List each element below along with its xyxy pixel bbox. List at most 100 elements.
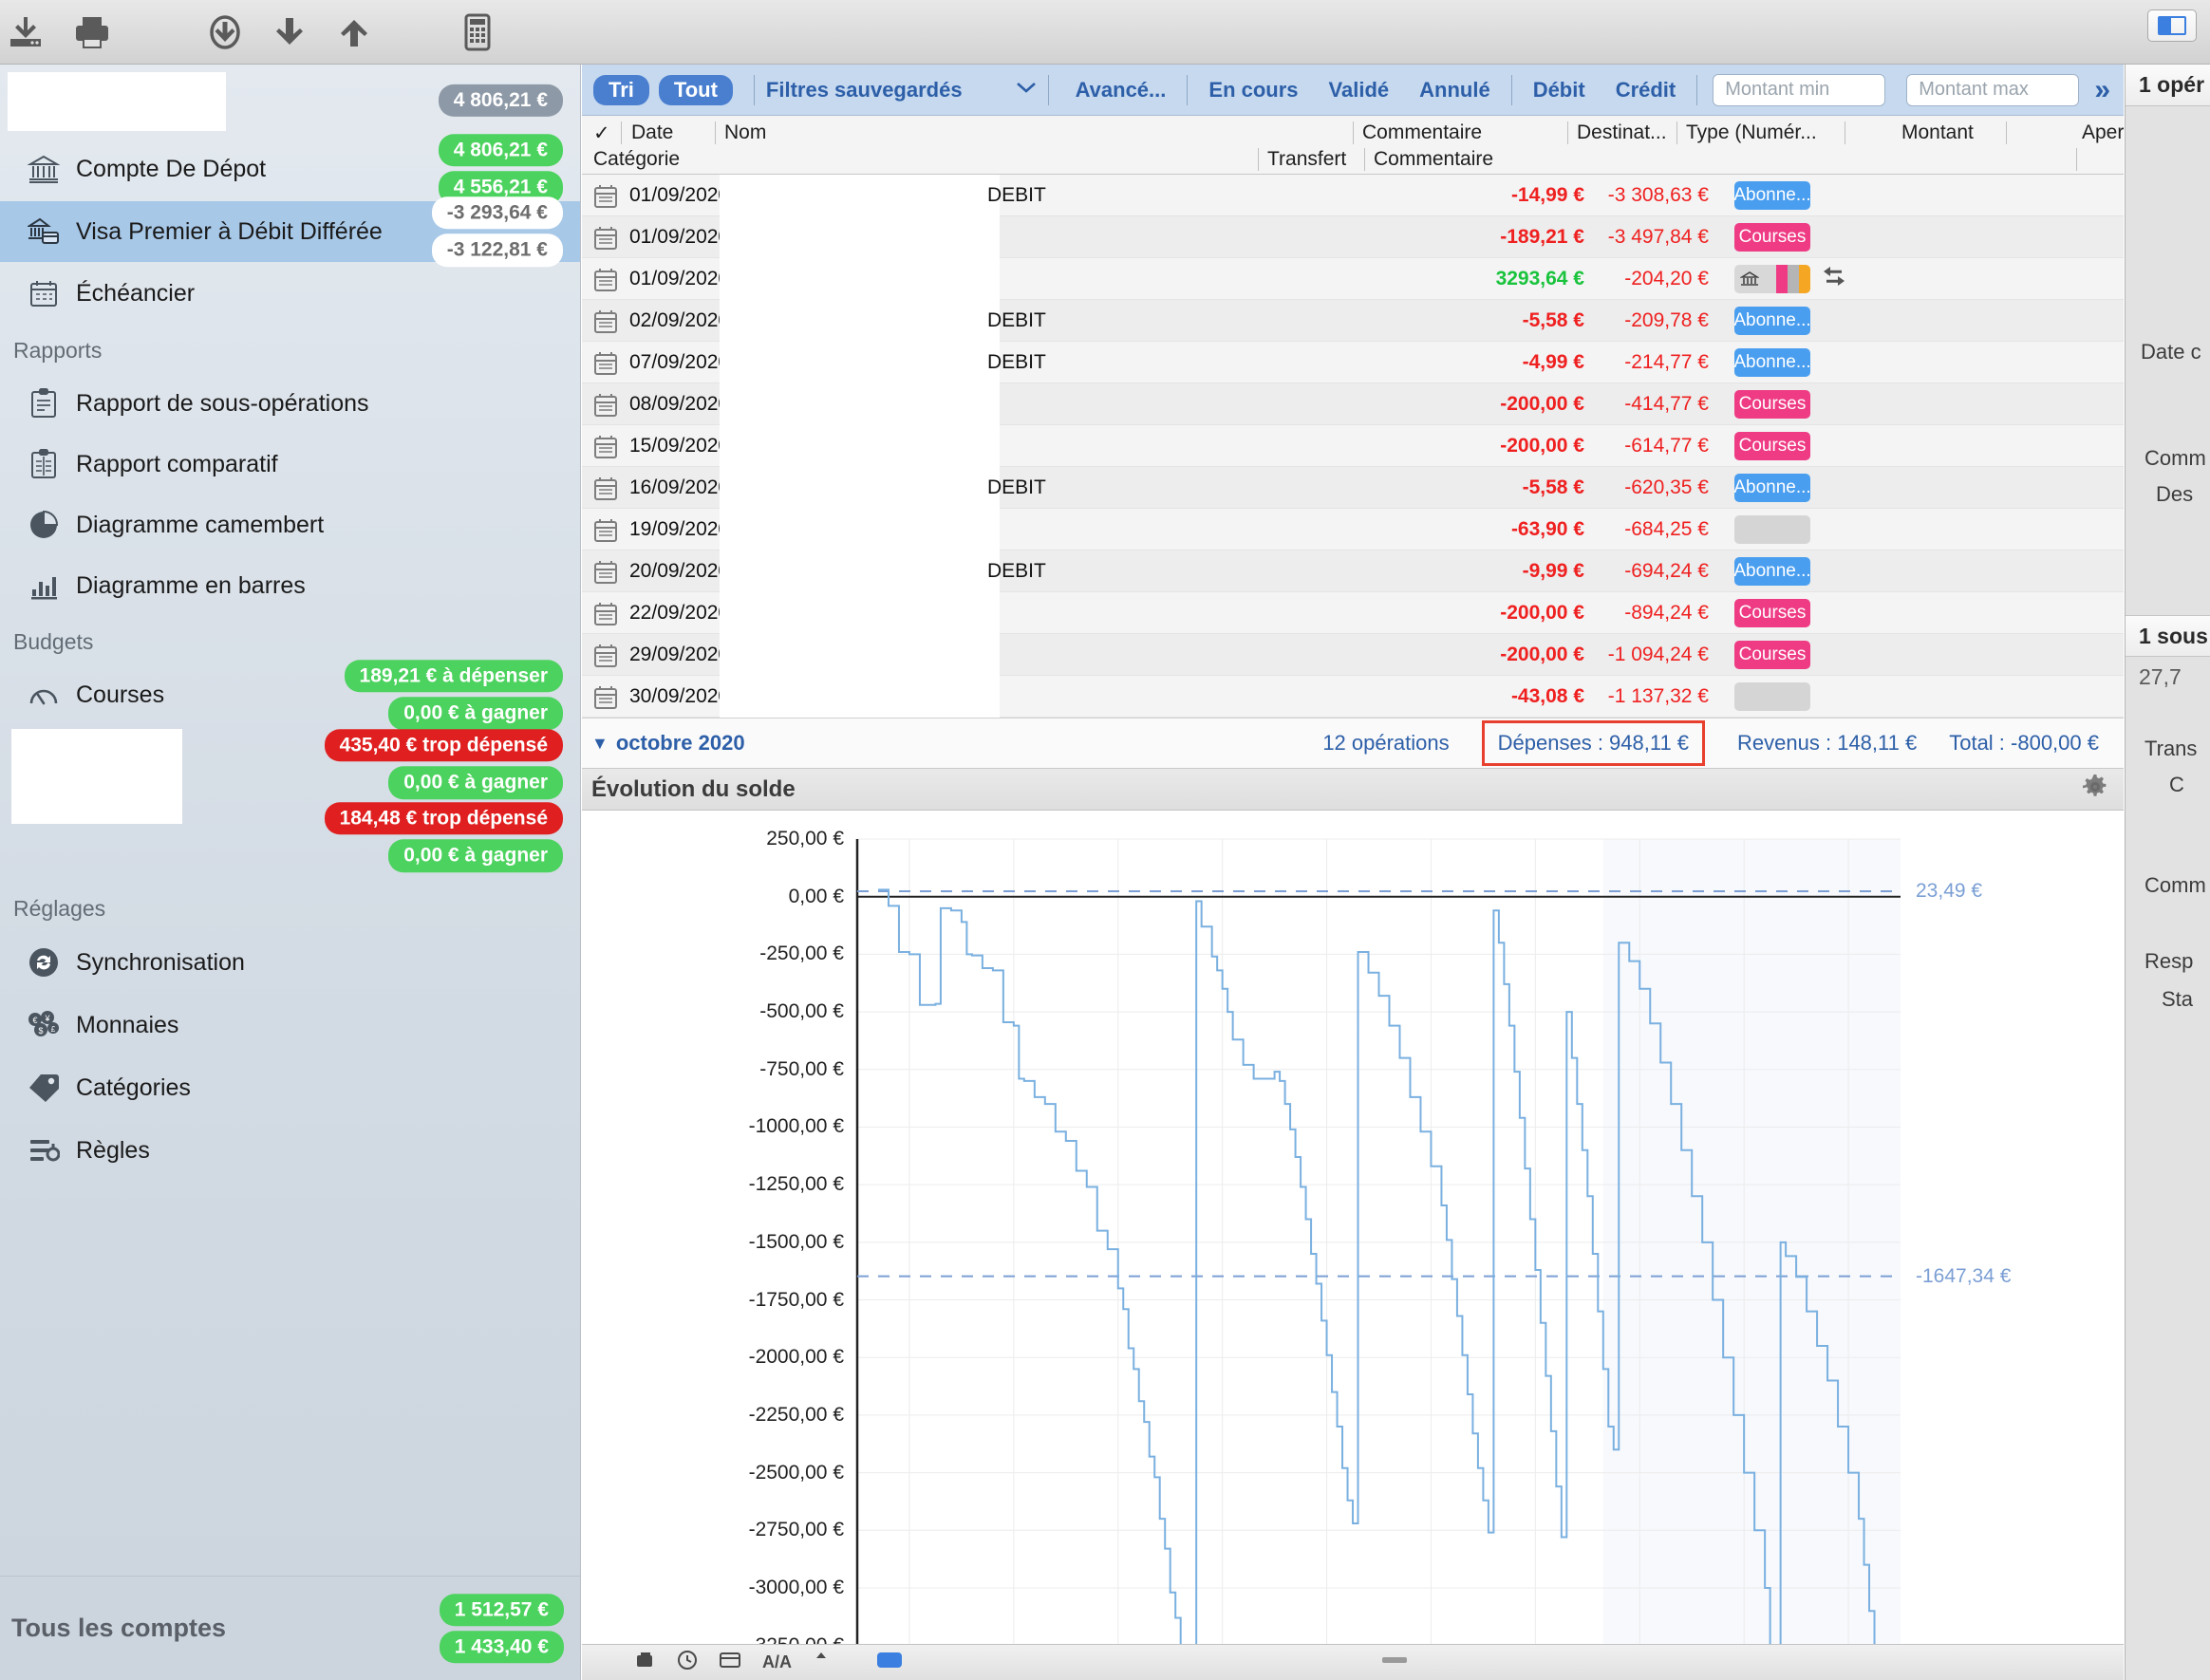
sidebar-item-echeancier[interactable]: Échéancier xyxy=(0,262,580,325)
row-category-badge[interactable]: Abonne... xyxy=(1734,473,1810,502)
table-row[interactable]: 29/09/2020 -200,00 € -1 094,24 € Courses xyxy=(582,634,2124,676)
table-row[interactable]: 20/09/2020 DEBIT -9,99 € -694,24 € Abonne... xyxy=(582,551,2124,592)
arrow-up-icon[interactable] xyxy=(332,10,376,54)
row-category-badge[interactable]: Courses xyxy=(1734,431,1810,460)
table-row[interactable]: 01/09/2020 3293,64 € -204,20 € xyxy=(582,258,2124,300)
sidebar-item-monnaies[interactable]: € ¥ $ £ Monnaies xyxy=(0,994,580,1056)
row-category-badge[interactable]: Courses xyxy=(1734,640,1810,669)
table-row[interactable]: 01/09/2020 -189,21 € -3 497,84 € Courses xyxy=(582,216,2124,258)
sidebar-item-regles[interactable]: Règles xyxy=(0,1119,580,1182)
masked-name-cell xyxy=(720,467,1000,509)
col-nom[interactable]: Nom xyxy=(724,121,766,144)
print-icon[interactable] xyxy=(70,10,114,54)
filter-annule[interactable]: Annulé xyxy=(1419,78,1490,103)
col-transfert[interactable]: Transfert xyxy=(1267,148,1346,171)
row-category-badge[interactable] xyxy=(1734,264,1810,293)
sidebar-item-rapport-comparatif[interactable]: Rapport comparatif xyxy=(0,434,580,495)
table-row[interactable]: 01/09/2020 DEBIT -14,99 € -3 308,63 € Abonne… xyxy=(582,175,2124,216)
clock-icon[interactable] xyxy=(677,1650,698,1675)
col-commentaire[interactable]: Commentaire xyxy=(1362,121,1482,144)
clipboard-split-icon xyxy=(19,449,68,479)
table-row[interactable]: 07/09/2020 DEBIT -4,99 € -214,77 € Abonne... xyxy=(582,342,2124,383)
panel-toggle-button[interactable] xyxy=(2147,9,2197,42)
advanced-button[interactable]: Avancé... xyxy=(1076,78,1167,103)
minus-icon[interactable] xyxy=(1380,1652,1409,1672)
row-category-badge[interactable]: Abonne... xyxy=(1734,180,1810,210)
amount-max-input[interactable]: Montant max xyxy=(1906,73,2080,106)
row-category-badge[interactable] xyxy=(1734,681,1810,711)
collapse-triangle-icon[interactable]: ▼ xyxy=(591,734,609,754)
more-filters-button[interactable]: » xyxy=(2094,74,2110,106)
row-category-badge[interactable]: Abonne... xyxy=(1734,347,1810,377)
sidebar-item-label: Diagramme en barres xyxy=(76,571,306,599)
row-date: 16/09/2020 xyxy=(629,476,730,498)
download-circle-icon[interactable] xyxy=(203,10,247,54)
sidebar-item-compte-de-depot[interactable]: Compte De Dépot 4 806,21 € 4 556,21 € xyxy=(0,134,580,204)
row-running-balance: -620,35 € xyxy=(1624,476,1709,498)
arrow-down-icon[interactable] xyxy=(268,10,311,54)
col-apercu[interactable]: Aperçu xyxy=(2082,121,2124,144)
filter-en-cours[interactable]: En cours xyxy=(1208,78,1298,103)
masked-name-cell xyxy=(720,676,1000,718)
row-type: DEBIT xyxy=(987,476,1046,498)
col-montant[interactable]: Montant xyxy=(1901,121,1974,144)
add-icon[interactable] xyxy=(635,1651,656,1674)
card-icon xyxy=(19,215,68,248)
table-row[interactable]: 16/09/2020 DEBIT -5,58 € -620,35 € Abonne... xyxy=(582,467,2124,509)
sidebar-item-budget-1[interactable]: 435,40 € trop dépensé 0,00 € à gagner xyxy=(0,725,580,824)
text-format-icon[interactable]: A/A xyxy=(762,1652,792,1672)
row-category-badge[interactable]: Courses xyxy=(1734,222,1810,252)
saved-filters-dropdown[interactable]: Filtres sauvegardés xyxy=(766,78,1037,103)
table-row[interactable]: 15/09/2020 -200,00 € -614,77 € Courses xyxy=(582,425,2124,467)
col-type[interactable]: Type (Numér... xyxy=(1686,121,1817,144)
table-row[interactable]: 08/09/2020 -200,00 € -414,77 € Courses xyxy=(582,383,2124,425)
col-date[interactable]: Date xyxy=(631,121,673,144)
row-category-badge[interactable]: Courses xyxy=(1734,598,1810,627)
sidebar-item-diagramme-camembert[interactable]: Diagramme camembert xyxy=(0,495,580,555)
col-check[interactable]: ✓ xyxy=(593,121,610,145)
balance-badge: 4 806,21 € xyxy=(438,134,563,167)
gear-icon[interactable] xyxy=(2082,774,2108,805)
chevron-down-icon xyxy=(1016,81,1037,99)
all-button[interactable]: Tout xyxy=(658,74,733,105)
app-window: 4 806,21 € Compte De Dépot 4 806,21 € 4 … xyxy=(0,0,2210,1680)
table-row[interactable]: 19/09/2020 -63,90 € -684,25 € xyxy=(582,509,2124,551)
sort-small-icon[interactable] xyxy=(813,1651,830,1674)
col-categorie[interactable]: Catégorie xyxy=(593,148,680,171)
table-row[interactable]: 22/09/2020 -200,00 € -894,24 € Courses xyxy=(582,592,2124,634)
calendar-row-icon xyxy=(593,435,618,465)
sidebar-item-label: Échéancier xyxy=(76,279,196,307)
filter-valide[interactable]: Validé xyxy=(1329,78,1390,103)
table-row[interactable]: 02/09/2020 DEBIT -5,58 € -209,78 € Abonne... xyxy=(582,300,2124,342)
calculator-icon[interactable] xyxy=(456,10,499,54)
summary-month-label[interactable]: octobre 2020 xyxy=(616,731,745,756)
status-bottom-bar: A/A xyxy=(582,1644,2124,1680)
sidebar-item-diagramme-en-barres[interactable]: Diagramme en barres xyxy=(0,555,580,616)
col-commentaire2[interactable]: Commentaire xyxy=(1374,148,1493,171)
amount-min-input[interactable]: Montant min xyxy=(1713,73,1886,106)
filter-credit[interactable]: Crédit xyxy=(1616,78,1676,103)
row-category-badge[interactable]: Courses xyxy=(1734,389,1810,419)
blue-dot-icon[interactable] xyxy=(875,1650,904,1675)
row-category-badge[interactable] xyxy=(1734,514,1810,544)
filter-debit[interactable]: Débit xyxy=(1533,78,1585,103)
sidebar-item-visa-premier[interactable]: Visa Premier à Débit Différée -3 293,64 … xyxy=(0,196,580,267)
row-category-badge[interactable]: Abonne... xyxy=(1734,556,1810,586)
masked-name-cell xyxy=(720,300,1000,342)
sidebar-item-synchronisation[interactable]: Synchronisation xyxy=(0,931,580,994)
sidebar-item-categories[interactable]: Catégories xyxy=(0,1056,580,1119)
sidebar-item-account-0[interactable]: 4 806,21 € xyxy=(0,65,580,137)
row-category-badge[interactable]: Abonne... xyxy=(1734,306,1810,335)
sidebar-item-budget-courses[interactable]: Courses 189,21 € à dépenser 0,00 € à gag… xyxy=(0,660,580,730)
import-icon[interactable] xyxy=(4,10,47,54)
sidebar-item-rapport-sous-operations[interactable]: Rapport de sous-opérations xyxy=(0,373,580,434)
sidebar-item-label: Diagramme camembert xyxy=(76,511,325,538)
table-row[interactable]: 30/09/2020 -43,08 € -1 137,32 € xyxy=(582,676,2124,718)
sidebar-item-budget-2[interactable]: 184,48 € trop dépensé 0,00 € à gagner xyxy=(0,802,580,872)
sidebar-footer-tous-les-comptes[interactable]: Tous les comptes 1 512,57 € 1 433,40 € xyxy=(0,1576,580,1680)
chart-y-tick-label: -3000,00 € xyxy=(748,1576,844,1598)
sort-button[interactable]: Tri xyxy=(593,74,649,105)
card-small-icon[interactable] xyxy=(719,1651,741,1674)
col-destinataire[interactable]: Destinat... xyxy=(1577,121,1667,144)
month-summary-row[interactable]: ▼ octobre 2020 12 opérations Dépenses : … xyxy=(582,718,2124,769)
